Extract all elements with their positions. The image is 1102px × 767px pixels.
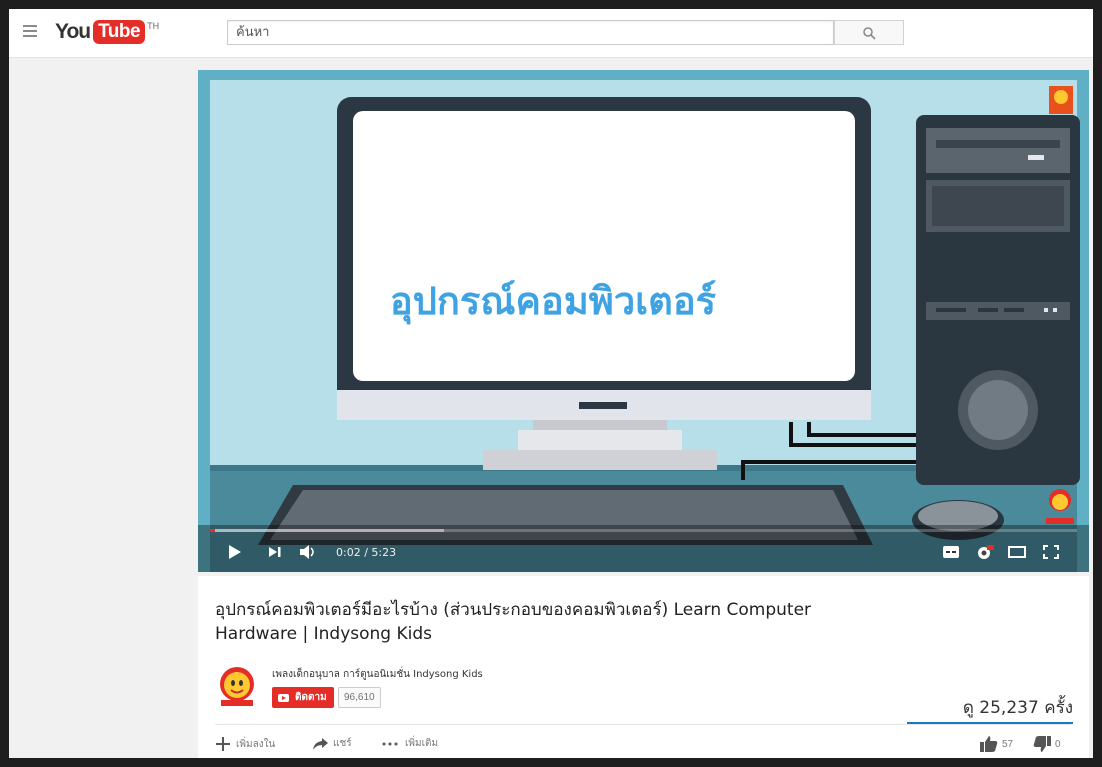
like-button[interactable]: 57 <box>980 736 1013 752</box>
player-controls: 0:02 / 5:23 <box>198 525 1089 572</box>
subscriber-count: 96,610 <box>338 687 381 708</box>
more-icon <box>382 742 398 745</box>
browser-frame: You Tube TH ค้นหา อุปกรณ์คอมพิวเตอร์ 0:0… <box>9 9 1093 758</box>
video-info: อุปกรณ์คอมพิวเตอร์มีอะไรบ้าง (ส่วนประกอบ… <box>198 576 1089 758</box>
dislike-count: 0 <box>1055 738 1061 750</box>
youtube-logo[interactable]: You Tube TH <box>55 20 159 46</box>
video-player[interactable]: อุปกรณ์คอมพิวเตอร์ 0:02 / 5:23 <box>198 70 1089 572</box>
view-count: ดู 25,237 ครั้ง <box>962 698 1073 718</box>
share-icon <box>313 737 328 750</box>
time-display: 0:02 / 5:23 <box>336 546 397 559</box>
dislike-button[interactable]: 0 <box>1033 736 1061 752</box>
slide-title: อุปกรณ์คอมพิวเตอร์ <box>389 279 717 323</box>
add-to-label: เพิ่มลงใน <box>236 738 276 750</box>
youtube-play-icon <box>278 693 289 702</box>
add-icon <box>216 737 230 751</box>
subscribe-button[interactable]: ติดตาม <box>272 687 334 708</box>
logo-country-code: TH <box>147 21 160 31</box>
logo-you-text: You <box>55 20 91 43</box>
search-icon <box>863 27 876 40</box>
buffered-bar <box>210 529 445 532</box>
search-input[interactable]: ค้นหา <box>227 20 834 45</box>
fullscreen-icon[interactable] <box>1043 545 1059 559</box>
more-label: เพิ่มเติม <box>405 738 439 749</box>
subscribe-label: ติดตาม <box>295 692 327 703</box>
like-count: 57 <box>1002 738 1014 750</box>
next-icon[interactable] <box>268 545 282 559</box>
dislike-icon <box>1033 736 1051 752</box>
settings-icon[interactable] <box>976 545 994 561</box>
volume-icon[interactable] <box>300 545 318 559</box>
channel-name[interactable]: เพลงเด็กอนุบาล การ์ตูนอนิเมชั่น Indysong… <box>272 667 483 682</box>
share-label: แชร์ <box>333 738 352 749</box>
add-to-button[interactable]: เพิ่มลงใน <box>215 736 275 752</box>
channel-avatar[interactable] <box>215 664 259 708</box>
menu-icon[interactable] <box>23 25 37 37</box>
share-button[interactable]: แชร์ <box>312 736 352 751</box>
more-button[interactable]: เพิ่มเติม <box>382 736 438 751</box>
play-icon[interactable] <box>228 545 242 559</box>
search-button[interactable] <box>834 20 904 45</box>
masthead: You Tube TH ค้นหา <box>9 9 1093 58</box>
progress-bar[interactable] <box>210 529 1077 532</box>
video-title: อุปกรณ์คอมพิวเตอร์มีอะไรบ้าง (ส่วนประกอบ… <box>215 600 812 644</box>
captions-icon[interactable] <box>943 545 959 559</box>
like-icon <box>980 736 998 752</box>
theater-icon[interactable] <box>1008 545 1026 559</box>
played-bar <box>210 529 216 532</box>
logo-tube-text: Tube <box>93 20 146 44</box>
divider <box>215 724 1071 725</box>
